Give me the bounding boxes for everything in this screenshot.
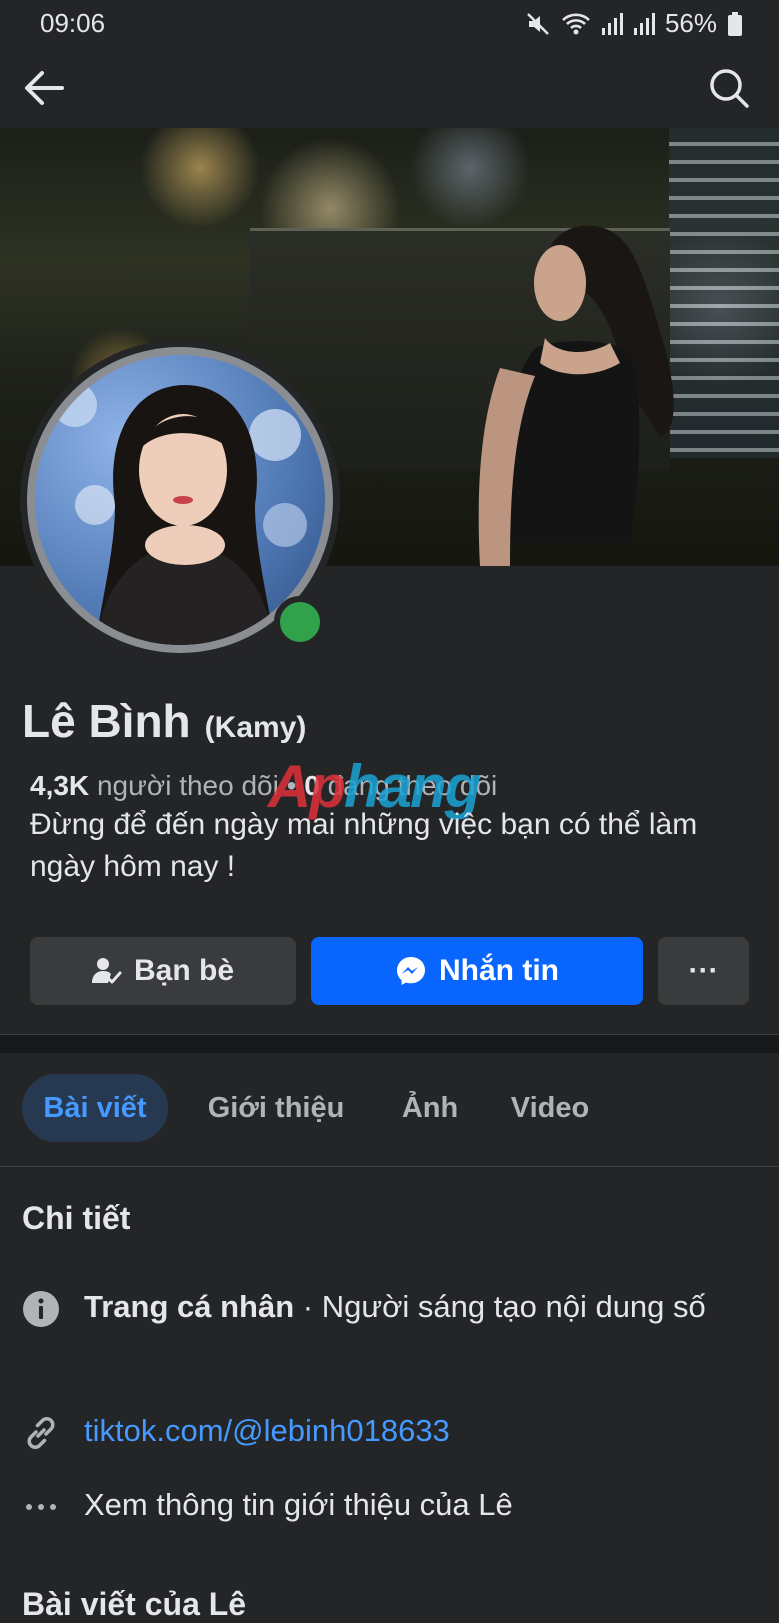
app-bar [0,48,779,128]
info-icon [23,1291,59,1327]
detail-see-about[interactable]: Xem thông tin giới thiệu của Lê [22,1482,752,1528]
profile-name-row: Lê Bình (Kamy) [22,694,306,748]
online-status-dot [274,596,326,648]
more-icon: ··· [688,954,719,987]
tab-posts[interactable]: Bài viết [22,1074,168,1142]
section-separator [0,1034,779,1053]
messenger-icon [397,957,425,985]
status-bar: 09:06 56% [0,0,779,48]
avatar[interactable] [35,355,325,645]
detail-category: Trang cá nhân · Người sáng tạo nội dung … [22,1284,752,1330]
detail-link[interactable]: tiktok.com/@lebinh018633 [22,1408,752,1454]
friends-button[interactable]: Bạn bè [30,937,296,1005]
tab-about[interactable]: Giới thiệu [192,1074,360,1142]
posts-section-title: Bài viết của Lê [22,1586,247,1622]
message-button-label: Nhắn tin [439,954,559,987]
battery-percent: 56% [664,8,717,38]
tab-photos[interactable]: Ảnh [382,1074,478,1142]
tabs-divider [0,1166,779,1167]
see-about-link[interactable]: Xem thông tin giới thiệu của Lê [84,1482,513,1528]
status-icons: 56% [525,8,743,39]
friends-button-label: Bạn bè [133,954,235,987]
profile-alternate-name: (Kamy) [204,711,307,744]
category-value: · Người sáng tạo nội dung số [294,1289,706,1324]
followers-count: 4,3K [30,770,90,801]
category-label: Trang cá nhân [84,1289,295,1324]
arrow-left-icon[interactable] [22,68,66,108]
more-options-button[interactable]: ··· [658,937,749,1005]
tiktok-link[interactable]: tiktok.com/@lebinh018633 [84,1408,450,1454]
link-icon [27,1417,55,1449]
friend-check-icon [91,958,122,984]
tab-videos[interactable]: Video [496,1074,604,1142]
details-title: Chi tiết [22,1200,131,1236]
signal-icon-1 [601,12,623,35]
profile-name: Lê Bình [22,695,191,747]
cover-person-silhouette [478,225,674,566]
more-dots-icon [26,1504,56,1510]
profile-bio: Đừng để đến ngày mai những việc bạn có t… [30,808,698,883]
followers-label: người theo dõi [96,770,279,801]
message-button[interactable]: Nhắn tin [311,937,643,1005]
mute-icon [527,12,549,35]
status-time: 09:06 [40,8,106,38]
battery-icon [728,11,742,36]
signal-icon-2 [633,12,655,35]
avatar-portrait [53,383,307,645]
wifi-icon [562,13,590,34]
profile-tabs: Bài viết Giới thiệu Ảnh Video [0,1052,779,1166]
search-icon[interactable] [707,66,751,110]
